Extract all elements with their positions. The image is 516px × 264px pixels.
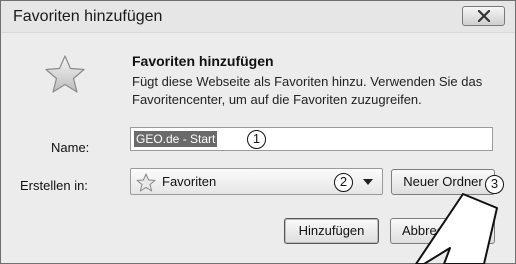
add-button[interactable]: Hinzufügen <box>284 218 379 244</box>
name-input-value: GEO.de - Start <box>134 131 218 147</box>
close-icon <box>477 10 491 22</box>
name-input[interactable]: GEO.de - Start <box>130 127 493 151</box>
dialog-description: Fügt diese Webseite als Favoriten hinzu.… <box>132 74 483 107</box>
dropdown-arrow-icon <box>363 179 373 185</box>
folder-select-value: Favoriten <box>162 174 217 189</box>
new-folder-button[interactable]: Neuer Ordner <box>391 169 495 195</box>
star-icon <box>45 55 85 93</box>
name-label: Name: <box>51 140 90 155</box>
add-favorite-dialog: Favoriten hinzufügen Favoriten hinzufüge… <box>0 0 516 264</box>
callout-marker-2: 2 <box>334 173 353 192</box>
callout-marker-1: 1 <box>247 130 266 149</box>
callout-marker-3: 3 <box>485 175 504 194</box>
folder-star-icon <box>136 173 156 192</box>
create-in-label: Erstellen in: <box>20 178 88 193</box>
title-bar: Favoriten hinzufügen <box>1 1 515 33</box>
window-title: Favoriten hinzufügen <box>13 8 163 25</box>
close-button[interactable] <box>462 6 505 26</box>
dialog-heading: Favoriten hinzufügen <box>132 53 274 69</box>
cancel-button[interactable]: Abbrec <box>390 218 495 244</box>
